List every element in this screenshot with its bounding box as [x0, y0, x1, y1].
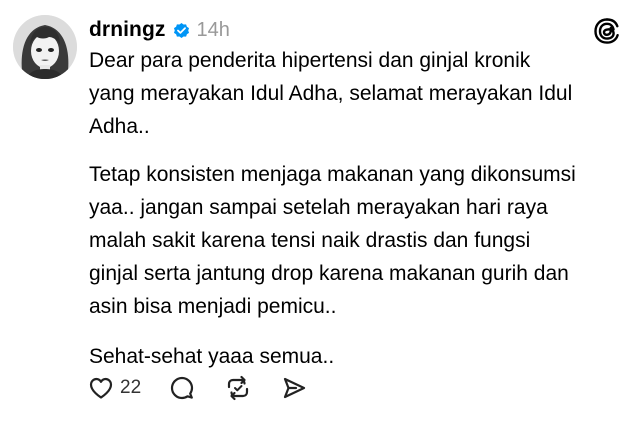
heart-icon: [89, 377, 113, 399]
threads-logo-icon[interactable]: [592, 16, 622, 46]
post-paragraph-3: Sehat-sehat yaaa semua..: [89, 345, 335, 368]
avatar-image: [13, 15, 77, 79]
post-body: Dear para penderita hipertensi dan ginja…: [89, 44, 629, 373]
thread-post: drningz 14h Dear para penderita hiperten…: [0, 0, 640, 424]
post-header: drningz 14h: [89, 14, 230, 46]
username[interactable]: drningz: [89, 18, 166, 42]
verified-badge-icon: [172, 21, 191, 40]
reply-button[interactable]: [169, 372, 195, 404]
post-timestamp: 14h: [196, 18, 230, 41]
like-count: 22: [120, 377, 142, 398]
repost-icon: [228, 375, 249, 401]
post-paragraph-2: Tetap konsisten menjaga makanan yang dik…: [89, 163, 576, 318]
comment-icon: [171, 376, 194, 400]
post-paragraph-1: Dear para penderita hipertensi dan ginja…: [89, 49, 573, 138]
like-button[interactable]: 22: [88, 372, 141, 404]
post-actions: 22: [88, 372, 307, 404]
avatar[interactable]: [13, 15, 77, 79]
repost-button[interactable]: [225, 372, 251, 404]
share-button[interactable]: [281, 372, 307, 404]
send-icon: [284, 377, 306, 399]
